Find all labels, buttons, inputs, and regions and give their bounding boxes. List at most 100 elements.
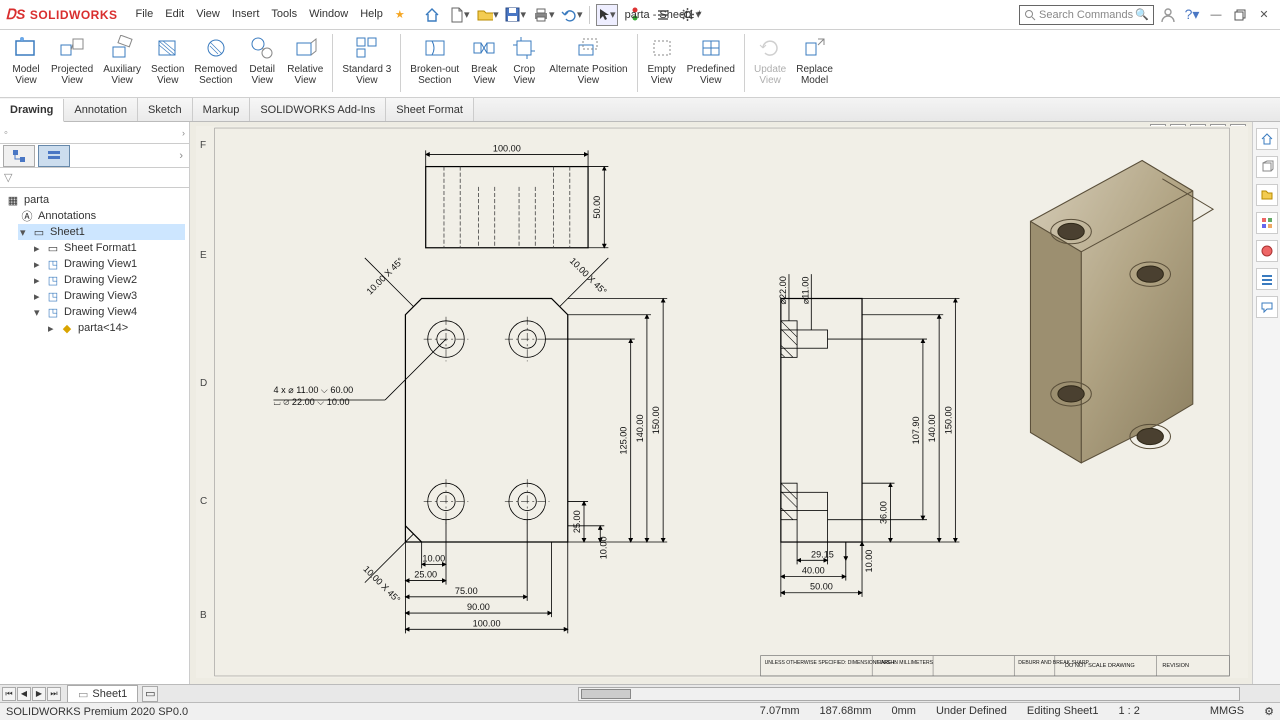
sheet-prev-icon[interactable]: ◀ (17, 687, 31, 701)
menu-tools[interactable]: Tools (265, 8, 303, 21)
svg-text:40.00: 40.00 (802, 565, 825, 575)
print-icon[interactable]: ▾ (533, 4, 555, 26)
cmd-relative-view[interactable]: RelativeView (282, 34, 328, 86)
tree-dv1[interactable]: ▸◳Drawing View1 (32, 256, 185, 272)
minimize-button[interactable]: — (1206, 5, 1226, 25)
sheet-tab-sheet1[interactable]: ▭ Sheet1 (67, 685, 138, 702)
cmd-projected-view[interactable]: ProjectedView (46, 34, 98, 86)
drawing-svg: 100.00 50.00 (196, 126, 1248, 678)
menu-edit[interactable]: Edit (159, 8, 190, 21)
tree-sheet1[interactable]: ▾ ▭ Sheet1 (18, 224, 185, 240)
svg-text:36.00: 36.00 (878, 501, 888, 524)
cmd-replace-model[interactable]: ReplaceModel (791, 34, 838, 86)
cmd-detail-view[interactable]: DetailView (242, 34, 282, 86)
collapse-icon[interactable]: ▾ (20, 226, 28, 239)
open-icon[interactable]: ▾ (477, 4, 499, 26)
breadcrumb-icon: ◦ (4, 127, 8, 139)
cmd-section-view[interactable]: SectionView (146, 34, 189, 86)
panel-tab-property-icon[interactable] (38, 145, 70, 167)
drawing-canvas[interactable]: ◰ ◱ — □ ✕ Auto Dimensions F E D C B (190, 122, 1280, 684)
menu-view[interactable]: View (190, 8, 226, 21)
cmd-standard-3-view[interactable]: Standard 3View (337, 34, 396, 86)
taskpane-custom-props-icon[interactable] (1256, 268, 1278, 290)
tab-sketch[interactable]: Sketch (138, 98, 193, 121)
panel-tabs: › (0, 144, 189, 168)
tab-sheet-format[interactable]: Sheet Format (386, 98, 474, 121)
tree-parta14[interactable]: ▸◆parta<14> (46, 320, 185, 336)
tree-dv4[interactable]: ▾◳Drawing View4 (32, 304, 185, 320)
drawing-doc-icon: ▦ (6, 193, 20, 207)
cmd-crop-view[interactable]: CropView (504, 34, 544, 86)
menu-help[interactable]: Help (354, 8, 389, 21)
cmd-alternate-position-view[interactable]: Alternate PositionView (544, 34, 632, 86)
tab-drawing[interactable]: Drawing (0, 99, 64, 122)
cmd-broken-out-section[interactable]: Broken-outSection (405, 34, 464, 86)
new-icon[interactable]: ▾ (449, 4, 471, 26)
menu-insert[interactable]: Insert (226, 8, 266, 21)
status-gear-icon[interactable]: ⚙ (1264, 705, 1274, 718)
taskpane-design-library-icon[interactable] (1256, 184, 1278, 206)
panel-tab-feature-tree-icon[interactable] (3, 145, 35, 167)
svg-text:⌀22.00: ⌀22.00 (778, 276, 788, 304)
menu-window[interactable]: Window (303, 8, 354, 21)
isometric-view (1030, 161, 1213, 463)
taskpane-forum-icon[interactable] (1256, 296, 1278, 318)
view-icon: ◳ (46, 257, 60, 271)
home-icon[interactable] (421, 4, 443, 26)
tree-annotations[interactable]: Ⓐ Annotations (18, 208, 185, 224)
command-search[interactable]: Search Commands 🔍 (1019, 5, 1154, 25)
panel-chevron-icon[interactable]: › (179, 150, 183, 162)
panel-top-breadcrumb: ◦ › (0, 122, 189, 144)
status-scale[interactable]: 1 : 2 (1118, 705, 1139, 718)
close-button[interactable]: ✕ (1254, 5, 1274, 25)
task-pane (1252, 122, 1280, 684)
app-logo: ᎠS SOLIDWORKS (6, 6, 118, 23)
add-sheet-icon[interactable]: ▭ (142, 686, 158, 702)
sheet-tab-icon: ▭ (78, 688, 88, 701)
menu-star-icon[interactable]: ★ (389, 8, 411, 21)
command-manager-tabs: Drawing Annotation Sketch Markup SOLIDWO… (0, 98, 1280, 122)
sheet-next-icon[interactable]: ▶ (32, 687, 46, 701)
panel-expand-icon[interactable]: › (182, 128, 185, 138)
sheet-first-icon[interactable]: ⏮ (2, 687, 16, 701)
svg-text:140.00: 140.00 (927, 414, 937, 442)
help-icon[interactable]: ?▾ (1182, 5, 1202, 25)
tree-dv2[interactable]: ▸◳Drawing View2 (32, 272, 185, 288)
cmd-model-view[interactable]: ModelView (6, 34, 46, 86)
tab-annotation[interactable]: Annotation (64, 98, 138, 121)
cmd-break-view[interactable]: BreakView (464, 34, 504, 86)
user-icon[interactable] (1158, 5, 1178, 25)
menu-file[interactable]: File (130, 8, 160, 21)
sheet-tabs-bar: ⏮ ◀ ▶ ⏭ ▭ Sheet1 ▭ (0, 684, 1280, 702)
svg-text:⌴ ⌀ 22.00 ⌵ 10.00: ⌴ ⌀ 22.00 ⌵ 10.00 (274, 397, 350, 407)
tab-markup[interactable]: Markup (193, 98, 251, 121)
tree-dv3[interactable]: ▸◳Drawing View3 (32, 288, 185, 304)
cmd-removed-section[interactable]: RemovedSection (189, 34, 242, 86)
status-editing: Editing Sheet1 (1027, 705, 1099, 718)
tree-sheet-format[interactable]: ▸▭Sheet Format1 (32, 240, 185, 256)
horizontal-scrollbar[interactable] (578, 687, 1240, 701)
tree-root[interactable]: ▦ parta (4, 192, 185, 208)
status-version: SOLIDWORKS Premium 2020 SP0.0 (6, 706, 188, 718)
cmd-auxiliary-view[interactable]: AuxiliaryView (98, 34, 146, 86)
sheet-last-icon[interactable]: ⏭ (47, 687, 61, 701)
restore-button[interactable] (1230, 5, 1250, 25)
svg-text:75.00: 75.00 (455, 586, 478, 596)
svg-text:10.00: 10.00 (864, 550, 874, 573)
svg-text:100.00: 100.00 (473, 618, 501, 628)
taskpane-resources-icon[interactable] (1256, 156, 1278, 178)
undo-icon[interactable]: ▾ (561, 4, 583, 26)
status-units[interactable]: MMGS (1210, 705, 1244, 718)
taskpane-appearances-icon[interactable] (1256, 240, 1278, 262)
search-go-icon[interactable]: 🔍 (1135, 8, 1149, 21)
svg-text:29.15: 29.15 (811, 549, 834, 559)
taskpane-view-palette-icon[interactable] (1256, 212, 1278, 234)
filter-funnel-icon[interactable]: ▽ (4, 171, 12, 184)
cmd-predefined-view[interactable]: PredefinedView (682, 34, 740, 86)
save-icon[interactable]: ▾ (505, 4, 527, 26)
tab-addins[interactable]: SOLIDWORKS Add-Ins (250, 98, 386, 121)
select-icon[interactable]: ▾ (596, 4, 618, 26)
svg-text:25.00: 25.00 (414, 570, 437, 580)
cmd-empty-view[interactable]: EmptyView (642, 34, 682, 86)
taskpane-home-icon[interactable] (1256, 128, 1278, 150)
